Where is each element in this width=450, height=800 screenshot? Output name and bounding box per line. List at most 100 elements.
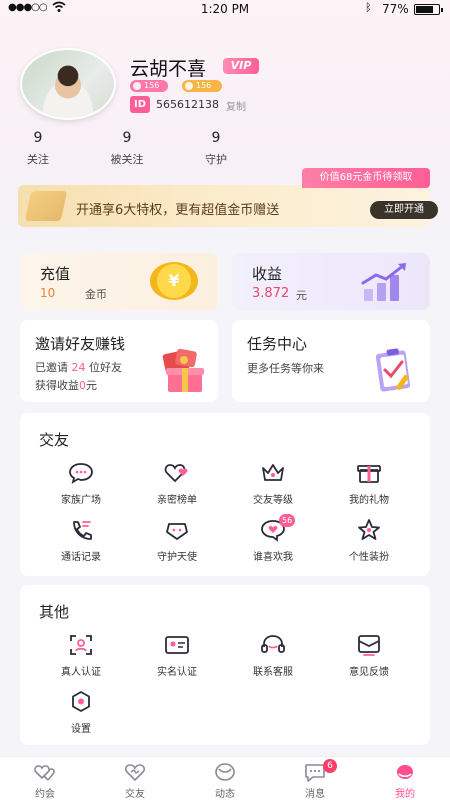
open-vip-button[interactable]: 立即开通	[370, 201, 438, 219]
coin-balance: 10	[40, 286, 56, 300]
battery-fill	[416, 6, 433, 13]
username: 云胡不喜	[130, 58, 207, 80]
tab-label: 消息	[305, 789, 325, 800]
promo-tag[interactable]: 价值68元金币待领取	[302, 168, 430, 188]
invited-count-line: 已邀请 24 位好友	[35, 359, 122, 375]
menu-my-gifts[interactable]: 我的礼物	[329, 461, 409, 506]
tab-dating[interactable]: 约会	[15, 761, 75, 800]
income-card[interactable]: 收益 3.872 元	[232, 253, 430, 310]
headset-icon	[261, 635, 285, 653]
menu-label: 谁喜欢我	[253, 552, 293, 563]
menu-label: 我的礼物	[349, 495, 389, 506]
stat-count: 9	[211, 130, 221, 146]
menu-label: 通话记录	[61, 552, 101, 563]
tab-label: 动态	[215, 789, 235, 800]
earned-amount: 0	[79, 379, 86, 392]
earned-line: 获得收益0元	[35, 377, 97, 393]
menu-face-verify[interactable]: 真人认证	[41, 633, 121, 678]
face-verify-icon	[70, 635, 92, 655]
vip-banner[interactable]: 开通享6大特权，更有超值金币赠送 立即开通	[18, 185, 438, 227]
phone-icon	[73, 521, 92, 540]
gold-coin-icon: ¥	[150, 262, 198, 300]
follow-stats: 9 关注 9 被关注 9 守护	[0, 130, 450, 170]
invited-suffix: 位好友	[89, 361, 122, 374]
battery-percent: 77%	[382, 2, 409, 16]
menu-personal-dressup[interactable]: 个性装扮	[329, 518, 409, 563]
friends-section-title: 交友	[39, 431, 70, 449]
recharge-title: 充值	[40, 265, 71, 283]
avatar[interactable]	[20, 48, 116, 120]
menu-label: 交友等级	[253, 495, 293, 506]
user-id-number: 565612138	[156, 98, 219, 111]
copy-id-button[interactable]: 复制	[226, 98, 246, 113]
charm-level-value: 156	[196, 81, 212, 90]
tab-label: 约会	[35, 789, 55, 800]
menu-label: 守护天使	[157, 552, 197, 563]
charm-level-badge: 156	[182, 80, 222, 92]
wealth-level-value: 156	[144, 81, 160, 90]
stat-label: 守护	[205, 153, 227, 166]
chat-bubble-icon	[69, 463, 93, 484]
red-envelope-gift-icon	[162, 348, 204, 392]
menu-label: 个性装扮	[349, 552, 389, 563]
tab-label: 交友	[125, 789, 145, 800]
status-bar: ●●●○○ 1:20 PM ᛒ 77%	[0, 0, 450, 18]
other-section: 其他 真人认证 实名认证 联系客服 意见反馈 设置	[20, 585, 430, 745]
stat-guardians[interactable]: 9 守护	[186, 130, 246, 167]
tab-me[interactable]: 我的	[375, 761, 435, 800]
earned-prefix: 获得收益	[35, 379, 79, 392]
stat-label: 被关注	[110, 153, 144, 166]
income-amount: 3.872	[252, 286, 290, 301]
menu-label: 家族广场	[61, 495, 101, 506]
vip-banner-text: 开通享6大特权，更有超值金币赠送	[76, 203, 280, 218]
heart-outline-icon	[124, 764, 146, 782]
invited-count: 24	[71, 361, 86, 374]
id-card-icon	[165, 636, 189, 654]
tab-friends[interactable]: 交友	[105, 761, 165, 800]
menu-label: 亲密榜单	[157, 495, 197, 506]
stat-count: 9	[122, 130, 132, 146]
friends-section: 交友 家族广场 亲密榜单 交友等级 我的礼物 通话记录 守护天使 56 谁喜欢我…	[20, 413, 430, 576]
profile-icon	[397, 765, 413, 779]
invite-title: 邀请好友赚钱	[35, 335, 126, 353]
income-unit: 元	[296, 289, 307, 302]
menu-real-name-verify[interactable]: 实名认证	[137, 633, 217, 678]
charm-level-icon	[185, 82, 193, 90]
hearts-icon	[164, 464, 188, 483]
feedback-icon	[358, 635, 380, 656]
menu-label: 实名认证	[157, 667, 197, 678]
coin-unit: 金币	[85, 288, 107, 301]
id-tag: ID	[130, 96, 150, 113]
menu-label: 联系客服	[253, 667, 293, 678]
stat-following[interactable]: 9 关注	[8, 130, 68, 167]
tab-moments[interactable]: 动态	[195, 761, 255, 800]
battery-icon	[414, 4, 443, 15]
recharge-card[interactable]: 充值 10 金币 ¥	[20, 253, 218, 310]
earned-suffix: 元	[86, 379, 97, 392]
invited-prefix: 已邀请	[35, 361, 68, 374]
tab-messages[interactable]: 6 消息	[285, 759, 345, 800]
menu-settings[interactable]: 设置	[41, 690, 121, 735]
menu-label: 真人认证	[61, 667, 101, 678]
clipboard-icon	[375, 348, 411, 392]
invite-friends-card[interactable]: 邀请好友赚钱 已邀请 24 位好友 获得收益0元	[20, 320, 218, 402]
stat-followers[interactable]: 9 被关注	[97, 130, 157, 167]
menu-customer-service[interactable]: 联系客服	[233, 633, 313, 678]
menu-friend-level[interactable]: 交友等级	[233, 461, 313, 506]
menu-intimacy-ranking[interactable]: 亲密榜单	[137, 461, 217, 506]
tab-label: 我的	[395, 789, 415, 800]
menu-feedback[interactable]: 意见反馈	[329, 633, 409, 678]
menu-guardian-angel[interactable]: 守护天使	[137, 518, 217, 563]
bluetooth-icon: ᛒ	[365, 1, 372, 14]
menu-call-records[interactable]: 通话记录	[41, 518, 121, 563]
vip-crown-icon	[24, 191, 68, 221]
menu-family-plaza[interactable]: 家族广场	[41, 461, 121, 506]
unread-messages-badge: 6	[323, 759, 337, 773]
vip-badge[interactable]: VIP	[223, 58, 259, 74]
wealth-level-badge: 156	[130, 80, 168, 92]
menu-label: 意见反馈	[349, 667, 389, 678]
task-center-card[interactable]: 任务中心 更多任务等你来	[232, 320, 430, 402]
menu-who-likes-me[interactable]: 56 谁喜欢我	[233, 514, 313, 563]
star-icon	[358, 519, 380, 540]
menu-label: 设置	[71, 724, 91, 735]
